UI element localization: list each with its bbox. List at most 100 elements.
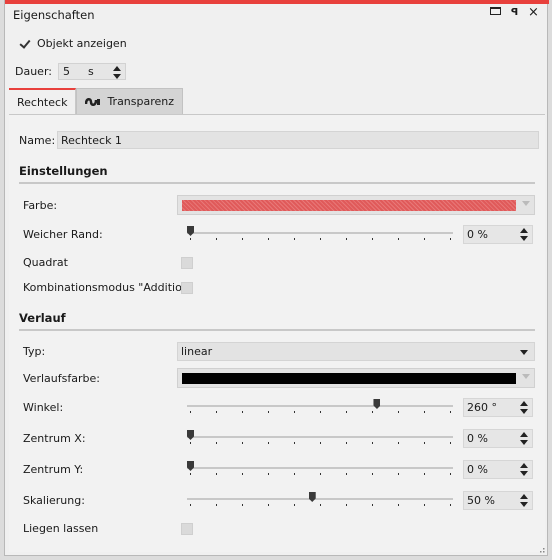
- slider-tick: [294, 504, 295, 506]
- close-icon[interactable]: ×: [528, 6, 539, 19]
- weicher-rand-stepper[interactable]: 0 %: [463, 225, 533, 244]
- slider-tick: [372, 442, 373, 444]
- tab-bar: Rechteck Transparenz: [9, 88, 184, 114]
- skalierung-label: Skalierung:: [23, 494, 85, 507]
- zentrum-y-slider[interactable]: [187, 460, 453, 480]
- zentrum-x-slider[interactable]: [187, 429, 453, 449]
- skalierung-stepper[interactable]: 50 %: [463, 491, 533, 510]
- slider-knob[interactable]: [187, 430, 194, 440]
- slider-tick: [346, 238, 347, 240]
- tab-rechteck-label: Rechteck: [17, 95, 68, 109]
- winkel-label: Winkel:: [23, 401, 64, 414]
- verlaufsfarbe-color-picker[interactable]: [177, 368, 535, 388]
- slider-tick: [450, 442, 451, 444]
- duration-label: Dauer:: [15, 65, 52, 78]
- slider-tick: [294, 442, 295, 444]
- weicher-rand-slider[interactable]: [187, 225, 453, 245]
- tab-transparenz[interactable]: Transparenz: [76, 88, 184, 114]
- pin-icon[interactable]: ꟼ: [509, 7, 520, 19]
- slider-knob[interactable]: [373, 399, 381, 409]
- weicher-rand-value: 0 %: [467, 228, 488, 241]
- typ-value: linear: [181, 345, 213, 358]
- restore-icon[interactable]: [490, 7, 501, 19]
- slider-track: [187, 436, 453, 438]
- kombi-checkbox[interactable]: [181, 282, 193, 294]
- slider-track: [187, 467, 453, 469]
- stepper-arrows-icon[interactable]: [520, 494, 528, 507]
- transparency-icon: [85, 97, 101, 106]
- tab-rechteck[interactable]: Rechteck: [9, 88, 77, 114]
- slider-tick: [398, 473, 399, 475]
- slider-tick: [450, 473, 451, 475]
- chevron-down-icon: [522, 374, 530, 379]
- name-input[interactable]: Rechteck 1: [57, 131, 539, 149]
- zentrum-x-label: Zentrum X:: [23, 432, 86, 445]
- slider-tick: [398, 442, 399, 444]
- section-verlauf: Verlauf: [19, 311, 535, 331]
- winkel-value: 260 °: [467, 401, 497, 414]
- quadrat-checkbox[interactable]: [181, 257, 193, 269]
- slider-knob[interactable]: [308, 492, 316, 502]
- winkel-slider[interactable]: [187, 398, 453, 418]
- slider-tick: [346, 473, 347, 475]
- checkmark-icon: [19, 38, 31, 50]
- farbe-color-picker[interactable]: [177, 195, 535, 215]
- slider-tick: [268, 238, 269, 240]
- slider-tick: [398, 411, 399, 413]
- slider-tick: [346, 411, 347, 413]
- slider-tick: [320, 442, 321, 444]
- slider-tick: [320, 504, 321, 506]
- slider-tick: [190, 504, 191, 506]
- slider-knob[interactable]: [187, 461, 194, 471]
- slider-tick: [268, 473, 269, 475]
- slider-tick: [268, 442, 269, 444]
- duration-stepper[interactable]: [113, 66, 121, 79]
- skalierung-value: 50 %: [467, 494, 495, 507]
- slider-tick: [216, 442, 217, 444]
- stepper-arrows-icon[interactable]: [520, 401, 528, 414]
- slider-tick: [450, 411, 451, 413]
- resize-grip-icon[interactable]: [537, 545, 545, 553]
- slider-knob[interactable]: [187, 226, 194, 236]
- skalierung-slider[interactable]: [187, 491, 453, 511]
- winkel-stepper[interactable]: 260 °: [463, 398, 533, 417]
- show-object-checkbox[interactable]: Objekt anzeigen: [19, 37, 127, 50]
- panel-accent-bar: [5, 0, 549, 4]
- slider-tick: [372, 411, 373, 413]
- slider-tick: [268, 504, 269, 506]
- liegen-checkbox[interactable]: [181, 523, 193, 535]
- slider-tick: [346, 504, 347, 506]
- chevron-down-icon: [522, 201, 530, 206]
- slider-tick: [216, 411, 217, 413]
- slider-tick: [320, 411, 321, 413]
- quadrat-label: Quadrat: [23, 256, 68, 269]
- slider-tick: [242, 473, 243, 475]
- stepper-arrows-icon[interactable]: [520, 228, 528, 241]
- duration-unit: s: [88, 65, 94, 78]
- kombi-label: Kombinationsmodus "Addition": [23, 281, 194, 294]
- tab-transparenz-label: Transparenz: [107, 95, 175, 108]
- slider-tick: [320, 473, 321, 475]
- panel-title: Eigenschaften: [13, 8, 95, 22]
- slider-tick: [294, 473, 295, 475]
- slider-tick: [242, 411, 243, 413]
- slider-tick: [216, 238, 217, 240]
- slider-tick: [268, 411, 269, 413]
- zentrum-y-stepper[interactable]: 0 %: [463, 460, 533, 479]
- slider-track: [187, 232, 453, 234]
- stepper-arrows-icon[interactable]: [520, 463, 528, 476]
- zentrum-y-label: Zentrum Y:: [23, 463, 84, 476]
- show-object-label: Objekt anzeigen: [37, 37, 127, 50]
- window-controls: ꟼ ×: [490, 6, 539, 19]
- duration-input[interactable]: 5 s: [58, 63, 126, 80]
- slider-tick: [398, 504, 399, 506]
- typ-select[interactable]: linear: [177, 342, 535, 361]
- stepper-arrows-icon[interactable]: [520, 432, 528, 445]
- slider-tick: [294, 238, 295, 240]
- slider-tick: [424, 411, 425, 413]
- slider-track: [187, 498, 453, 500]
- slider-tick: [216, 504, 217, 506]
- zentrum-x-stepper[interactable]: 0 %: [463, 429, 533, 448]
- liegen-label: Liegen lassen: [23, 522, 99, 535]
- section-einstellungen: Einstellungen: [19, 164, 535, 184]
